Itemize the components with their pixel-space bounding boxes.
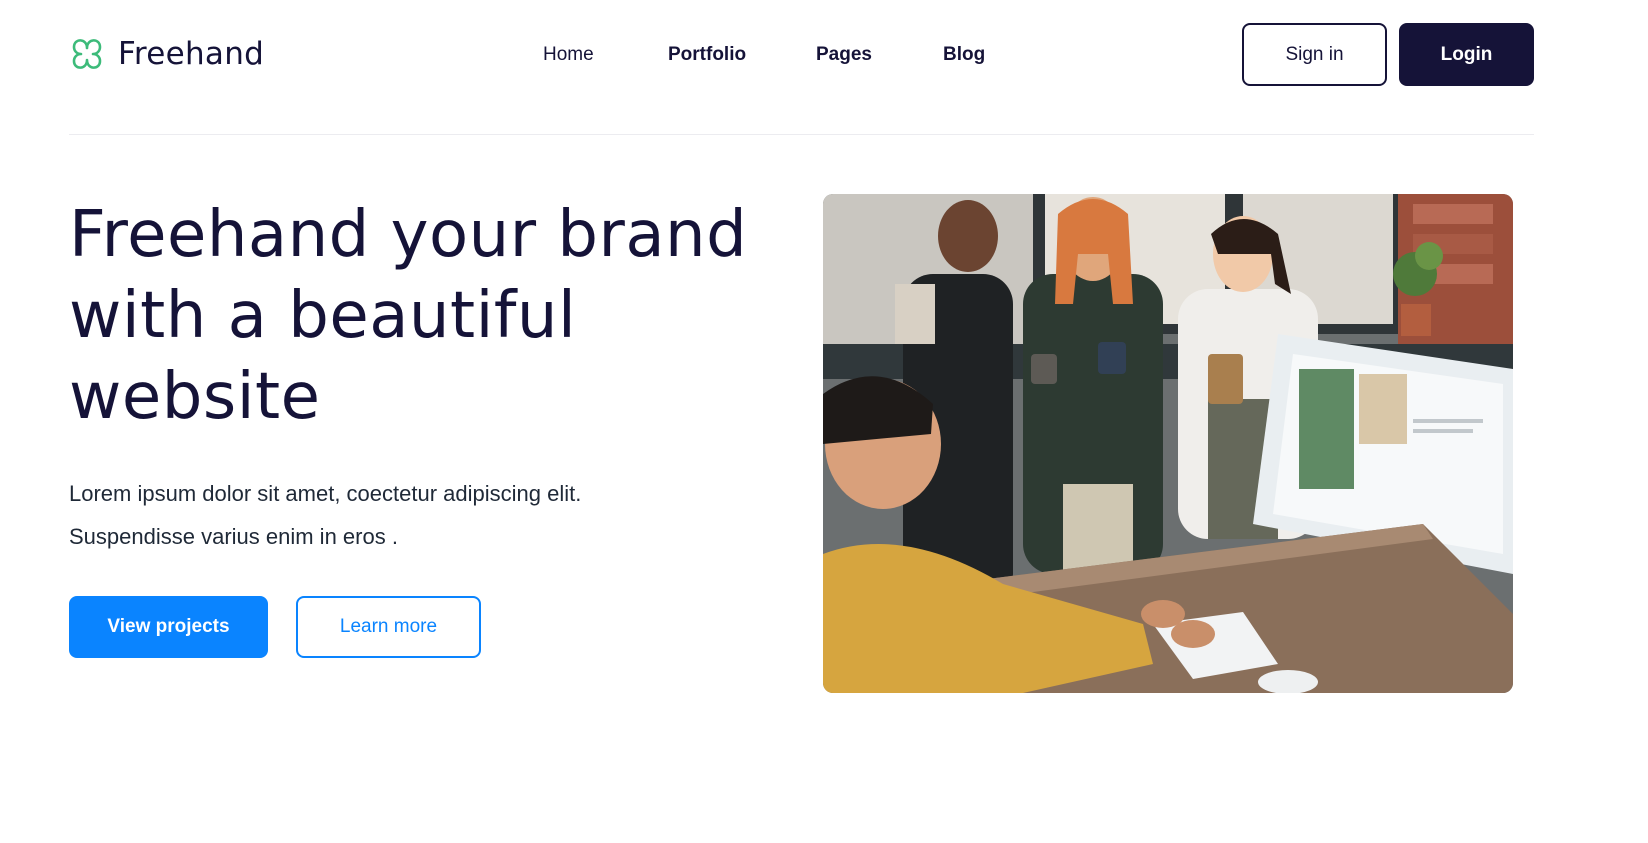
nav-home[interactable]: Home — [543, 42, 594, 68]
view-projects-button[interactable]: View projects — [69, 596, 268, 658]
header-divider — [69, 134, 1534, 135]
hero-title: Freehand your brand with a beautiful web… — [69, 198, 748, 434]
site-header: Freehand Home Portfolio Pages Blog Sign … — [0, 0, 1648, 135]
hero-image — [823, 194, 1513, 693]
nav-blog[interactable]: Blog — [943, 42, 985, 68]
nav-pages[interactable]: Pages — [816, 42, 872, 68]
hero-description-line-2: Suspendisse varius enim in eros . — [69, 524, 398, 549]
nav-portfolio[interactable]: Portfolio — [668, 42, 746, 68]
hero-description: Lorem ipsum dolor sit amet, coectetur ad… — [69, 472, 689, 558]
office-team-photo — [823, 194, 1513, 693]
login-button[interactable]: Login — [1399, 23, 1534, 86]
sign-in-button[interactable]: Sign in — [1242, 23, 1387, 86]
hero-description-line-1: Lorem ipsum dolor sit amet, coectetur ad… — [69, 481, 582, 506]
learn-more-button[interactable]: Learn more — [296, 596, 481, 658]
